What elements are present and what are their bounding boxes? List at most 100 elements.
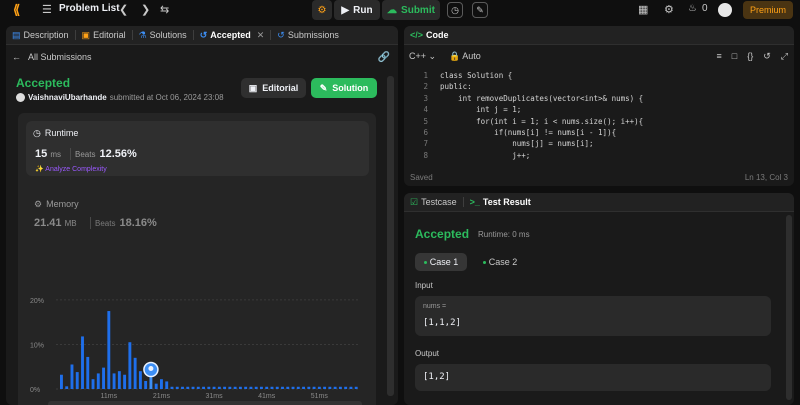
chart-bar[interactable]	[112, 373, 116, 389]
chart-bar[interactable]	[296, 386, 300, 389]
case-2-tab[interactable]: Case 2	[474, 253, 526, 271]
chart-bar[interactable]	[212, 386, 216, 389]
chart-bar[interactable]	[238, 386, 242, 389]
chart-bar[interactable]	[165, 381, 169, 389]
chart-bar[interactable]	[196, 386, 200, 389]
avatar[interactable]	[718, 3, 732, 17]
chart-bar[interactable]	[338, 386, 342, 389]
chart-bar[interactable]	[333, 386, 337, 389]
tab-test-result[interactable]: >_ Test Result	[464, 193, 537, 212]
chart-range-navigator[interactable]	[48, 401, 362, 405]
chart-bar[interactable]	[302, 386, 305, 389]
list-icon[interactable]: ☰	[42, 3, 52, 16]
tab-submissions[interactable]: ↺ Submissions	[271, 26, 345, 45]
memory-header[interactable]: ⚙ Memory	[34, 199, 79, 210]
tab-description[interactable]: ▤ Description	[6, 26, 75, 45]
chart-bar[interactable]	[254, 386, 258, 389]
chart-bar[interactable]	[81, 336, 84, 389]
chart-bar[interactable]	[86, 356, 90, 389]
close-icon[interactable]: ✕	[257, 30, 265, 41]
chart-bar[interactable]	[123, 374, 127, 389]
chart-bar[interactable]	[281, 386, 284, 389]
streak-counter[interactable]: ♨ 0	[688, 3, 708, 14]
code-line[interactable]: 3 int removeDuplicates(vector<int>& nums…	[404, 93, 794, 104]
code-editor[interactable]: 1 class Solution {2 public: 3 int removeDup…	[404, 70, 794, 170]
reset-icon[interactable]: ↺	[763, 51, 771, 62]
chart-bar[interactable]	[144, 380, 148, 389]
expand-icon[interactable]: ⤢	[781, 51, 788, 62]
chart-bar[interactable]	[186, 386, 190, 389]
language-select[interactable]: C++ ⌄	[409, 51, 436, 62]
chart-bar[interactable]	[249, 386, 253, 389]
username[interactable]: VaishnaviUbarhande	[28, 93, 107, 102]
chart-bar[interactable]	[107, 311, 111, 389]
chart-bar[interactable]	[117, 371, 121, 389]
chart-bar[interactable]	[75, 372, 79, 389]
tab-solutions[interactable]: ⚗ Solutions	[133, 26, 193, 45]
chart-bar[interactable]	[60, 374, 63, 389]
chart-bar[interactable]	[233, 386, 237, 389]
analyze-complexity-link[interactable]: ✨ Analyze Complexity	[35, 165, 107, 173]
code-line[interactable]: 8 j++;	[404, 150, 794, 161]
chart-bar[interactable]	[291, 386, 295, 389]
chart-bar[interactable]	[191, 386, 195, 389]
chart-bar[interactable]	[70, 364, 74, 390]
chart-bar[interactable]	[91, 379, 95, 389]
case-1-tab[interactable]: Case 1	[415, 253, 467, 271]
solution-button[interactable]: ✎ Solution	[311, 78, 377, 98]
chart-bar[interactable]	[323, 386, 327, 389]
code-line[interactable]: 5 for(int i = 1; i < nums.size(); i++){	[404, 116, 794, 127]
chart-bar[interactable]	[138, 371, 142, 389]
format-icon[interactable]: ≡	[717, 51, 722, 62]
chart-bar[interactable]	[96, 373, 100, 389]
auto-mode-toggle[interactable]: 🔒 Auto	[449, 51, 481, 62]
chart-bar[interactable]	[65, 386, 69, 389]
premium-button[interactable]: Premium	[743, 1, 793, 19]
shuffle-icon[interactable]: ⇆	[160, 3, 169, 16]
tab-testcase[interactable]: ☑ Testcase	[404, 193, 463, 212]
chart-bar[interactable]	[202, 386, 205, 389]
bookmark-icon[interactable]: □	[732, 51, 737, 62]
chart-bar[interactable]	[170, 386, 174, 389]
chart-bar[interactable]	[223, 386, 227, 389]
chart-bar[interactable]	[270, 386, 274, 389]
editorial-button[interactable]: ▣ Editorial	[241, 78, 306, 98]
chart-bar[interactable]	[244, 386, 248, 389]
link-icon[interactable]: 🔗	[378, 52, 390, 63]
chart-bar[interactable]	[128, 342, 132, 389]
code-line[interactable]: 4 int j = 1;	[404, 104, 794, 115]
chart-bar[interactable]	[344, 386, 348, 389]
scrollbar[interactable]	[387, 76, 394, 396]
tab-editorial[interactable]: ▣ Editorial	[76, 26, 132, 45]
user-avatar[interactable]	[16, 93, 25, 102]
gear-icon[interactable]: ⚙	[664, 3, 674, 16]
runtime-box[interactable]: ◷ Runtime 15 ms Beats 12.56% ✨ Analyze C…	[26, 121, 369, 176]
grid-icon[interactable]: ▦	[638, 3, 648, 16]
chevron-left-icon[interactable]: ❮	[119, 3, 128, 16]
chart-bar[interactable]	[286, 386, 290, 389]
runtime-distribution-chart[interactable]: 20% 10% 0% 11ms 21ms 31ms 41ms 51ms	[28, 283, 368, 405]
chart-bar[interactable]	[207, 386, 211, 389]
chart-bar[interactable]	[175, 386, 179, 389]
chart-bar[interactable]	[160, 379, 163, 389]
all-submissions-link[interactable]: ← All Submissions	[12, 52, 92, 62]
note-icon[interactable]: ✎	[472, 2, 488, 18]
run-button[interactable]: ▶ Run	[334, 0, 380, 20]
chart-bar[interactable]	[133, 357, 137, 389]
chart-bar[interactable]	[181, 386, 184, 389]
tab-code[interactable]: </> Code	[404, 26, 455, 45]
debug-button[interactable]: ⚙	[312, 0, 332, 20]
braces-icon[interactable]: {}	[747, 51, 753, 62]
scrollbar[interactable]	[786, 215, 792, 400]
chart-bar[interactable]	[149, 376, 153, 389]
chart-bar[interactable]	[307, 386, 311, 389]
chart-bar[interactable]	[260, 386, 263, 389]
chart-bar[interactable]	[265, 386, 269, 389]
code-line[interactable]: 2 public:	[404, 81, 794, 92]
code-line[interactable]: 7 nums[j] = nums[i];	[404, 138, 794, 149]
chart-bar[interactable]	[328, 386, 332, 389]
chart-bar[interactable]	[354, 386, 358, 389]
chart-bar[interactable]	[154, 383, 158, 389]
chart-bar[interactable]	[102, 367, 105, 389]
chart-bar[interactable]	[349, 386, 353, 389]
